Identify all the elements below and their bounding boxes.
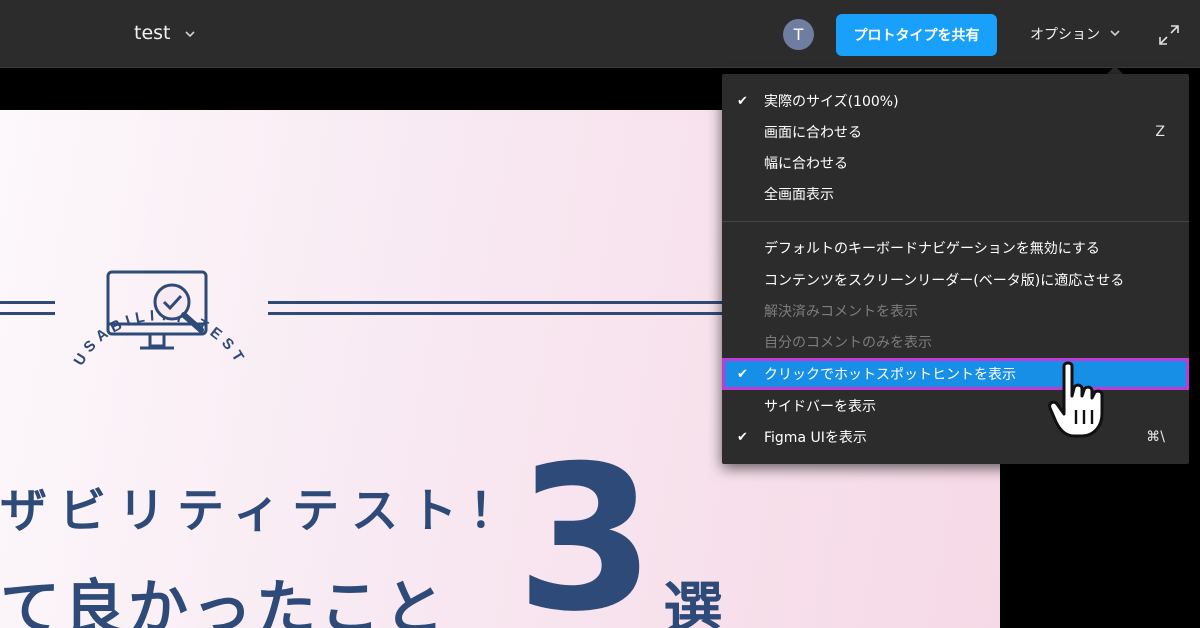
menu-item-show-figma-ui[interactable]: ✔ Figma UIを表示 ⌘\ <box>722 421 1189 453</box>
menu-item-label: 解決済みコメントを表示 <box>764 304 918 320</box>
menu-divider <box>722 221 1189 222</box>
menu-item-label: 幅に合わせる <box>764 156 848 172</box>
menu-item-label: デフォルトのキーボードナビゲーションを無効にする <box>764 241 1100 257</box>
menu-item-show-sidebar[interactable]: サイドバーを表示 <box>722 390 1189 422</box>
menu-item-disable-keyboard-nav[interactable]: デフォルトのキーボードナビゲーションを無効にする <box>722 232 1189 264</box>
menu-item-label: 画面に合わせる <box>764 125 862 141</box>
checkmark-icon: ✔ <box>737 93 748 109</box>
menu-item-screen-reader[interactable]: コンテンツをスクリーンリーダー(ベータ版)に適応させる <box>722 264 1189 296</box>
file-title-button[interactable]: test <box>134 22 195 44</box>
options-menu-button[interactable]: オプション <box>1030 24 1120 44</box>
menu-item-fit-screen[interactable]: 画面に合わせる Z <box>722 116 1189 148</box>
toolbar: test T プロトタイプを共有 オプション <box>0 0 1200 68</box>
menu-item-label: 自分のコメントのみを表示 <box>764 335 932 351</box>
menu-item-actual-size[interactable]: ✔ 実際のサイズ(100%) <box>722 85 1189 117</box>
file-title: test <box>134 22 171 44</box>
expand-icon[interactable] <box>1158 24 1180 46</box>
options-label: オプション <box>1030 27 1100 43</box>
headline-suffix: 選 <box>663 576 723 628</box>
share-prototype-button[interactable]: プロトタイプを共有 <box>836 14 997 56</box>
headline-number: 3 <box>516 423 656 628</box>
menu-item-label: クリックでホットスポットヒントを表示 <box>764 367 1016 383</box>
menu-item-show-resolved-comments: 解決済みコメントを表示 <box>722 295 1189 327</box>
menu-item-shortcut: ⌘\ <box>1146 429 1165 445</box>
monitor-magnifier-icon <box>106 270 208 350</box>
chevron-down-icon <box>1110 29 1120 40</box>
decorative-double-line-left <box>0 301 55 315</box>
menu-item-label: サイドバーを表示 <box>764 399 876 415</box>
menu-item-fullscreen[interactable]: 全画面表示 <box>722 178 1189 210</box>
checkmark-icon: ✔ <box>737 366 748 382</box>
headline-line-2: て良かったこと <box>0 574 448 628</box>
menu-item-label: 実際のサイズ(100%) <box>764 94 899 110</box>
options-dropdown-menu: ✔ 実際のサイズ(100%) 画面に合わせる Z 幅に合わせる 全画面表示デフォルトのキー… <box>722 74 1189 464</box>
checkmark-icon: ✔ <box>737 429 748 445</box>
menu-item-show-hotspot-hints[interactable]: ✔ クリックでホットスポットヒントを表示 <box>722 358 1189 390</box>
menu-item-shortcut: Z <box>1155 124 1165 140</box>
menu-item-label: 全画面表示 <box>764 187 834 203</box>
hand-pointer-icon <box>1048 361 1104 438</box>
menu-item-label: Figma UIを表示 <box>764 430 867 446</box>
menu-item-label: コンテンツをスクリーンリーダー(ベータ版)に適応させる <box>764 273 1125 289</box>
chevron-down-icon <box>184 28 195 41</box>
avatar[interactable]: T <box>783 19 814 50</box>
menu-item-show-my-comments: 自分のコメントのみを表示 <box>722 326 1189 358</box>
menu-item-fit-width[interactable]: 幅に合わせる <box>722 147 1189 179</box>
headline-line-1: ザビリティテスト！ <box>0 484 529 539</box>
